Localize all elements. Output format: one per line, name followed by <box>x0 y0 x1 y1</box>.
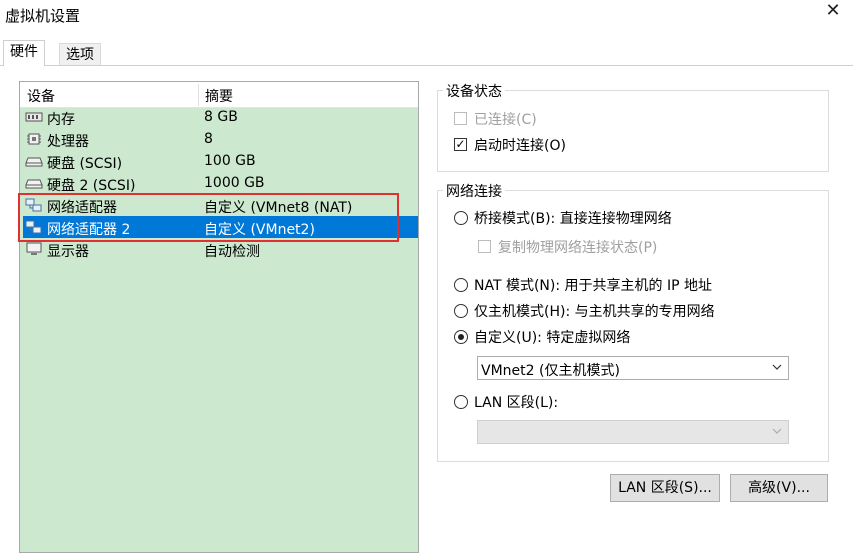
device-status-title: 设备状态 <box>443 81 505 101</box>
replicate-state-label: 复制物理网络连接状态(P) <box>498 240 658 256</box>
device-name: 硬盘 (SCSI) <box>47 156 123 172</box>
custom-network-value: VMnet2 (仅主机模式) <box>481 363 620 379</box>
list-header: 设备 摘要 <box>20 82 418 108</box>
connected-checkbox[interactable] <box>454 112 467 125</box>
custom-label: 自定义(U): 特定虚拟网络 <box>474 330 631 346</box>
list-item[interactable]: 内存 8 GB <box>20 107 418 129</box>
hard-disk-icon <box>25 157 43 167</box>
device-status-group <box>437 90 829 172</box>
monitor-icon <box>26 242 42 255</box>
memory-icon <box>25 112 43 122</box>
bridged-radio[interactable] <box>454 211 468 225</box>
nat-label: NAT 模式(N): 用于共享主机的 IP 地址 <box>474 278 712 294</box>
device-name: 内存 <box>47 112 75 128</box>
highlight-annotation-box <box>18 193 399 242</box>
list-item[interactable]: 处理器 8 <box>20 129 418 151</box>
device-summary: 8 <box>204 131 213 147</box>
lan-segment-select[interactable] <box>477 420 789 444</box>
network-connection-title: 网络连接 <box>443 181 505 201</box>
tab-hardware[interactable]: 硬件 <box>3 40 45 66</box>
cpu-icon <box>27 133 41 145</box>
lan-segment-label: LAN 区段(L): <box>474 395 559 411</box>
connect-at-power-on-label: 启动时连接(O) <box>474 138 566 154</box>
bridged-label: 桥接模式(B): 直接连接物理网络 <box>474 211 672 227</box>
replicate-state-checkbox[interactable] <box>478 240 491 253</box>
lan-segments-button[interactable]: LAN 区段(S)... <box>610 474 720 502</box>
host-only-label: 仅主机模式(H): 与主机共享的专用网络 <box>474 304 715 320</box>
device-summary: 8 GB <box>204 109 238 125</box>
list-item[interactable]: 显示器 自动检测 <box>20 239 418 261</box>
lan-segment-radio[interactable] <box>454 395 468 409</box>
host-only-radio[interactable] <box>454 304 468 318</box>
connect-at-power-on-checkbox[interactable]: ✓ <box>454 138 467 151</box>
chevron-down-icon <box>772 428 782 434</box>
hard-disk-icon <box>25 179 43 189</box>
list-item[interactable]: 硬盘 2 (SCSI) 1000 GB <box>20 173 418 195</box>
tab-options[interactable]: 选项 <box>59 43 101 65</box>
column-divider[interactable] <box>198 84 199 106</box>
device-summary: 1000 GB <box>204 175 265 191</box>
nat-radio[interactable] <box>454 278 468 292</box>
connected-label: 已连接(C) <box>474 112 537 128</box>
custom-network-select[interactable]: VMnet2 (仅主机模式) <box>477 356 789 380</box>
window-title: 虚拟机设置 <box>5 7 81 25</box>
device-name: 硬盘 2 (SCSI) <box>47 178 136 194</box>
chevron-down-icon <box>772 364 782 370</box>
device-list[interactable]: 设备 摘要 内存 8 GB 处理器 8 硬盘 (SCSI) 100 GB 硬盘 … <box>19 81 419 553</box>
custom-radio[interactable] <box>454 330 468 344</box>
list-item[interactable]: 硬盘 (SCSI) 100 GB <box>20 151 418 173</box>
device-name: 处理器 <box>47 134 89 150</box>
device-summary: 自动检测 <box>204 244 260 260</box>
close-icon[interactable]: ✕ <box>824 2 842 20</box>
column-header-device[interactable]: 设备 <box>27 86 55 106</box>
device-name: 显示器 <box>47 244 89 260</box>
device-summary: 100 GB <box>204 153 256 169</box>
tab-divider <box>0 65 853 66</box>
column-header-summary[interactable]: 摘要 <box>205 86 233 106</box>
advanced-button[interactable]: 高级(V)... <box>730 474 828 502</box>
